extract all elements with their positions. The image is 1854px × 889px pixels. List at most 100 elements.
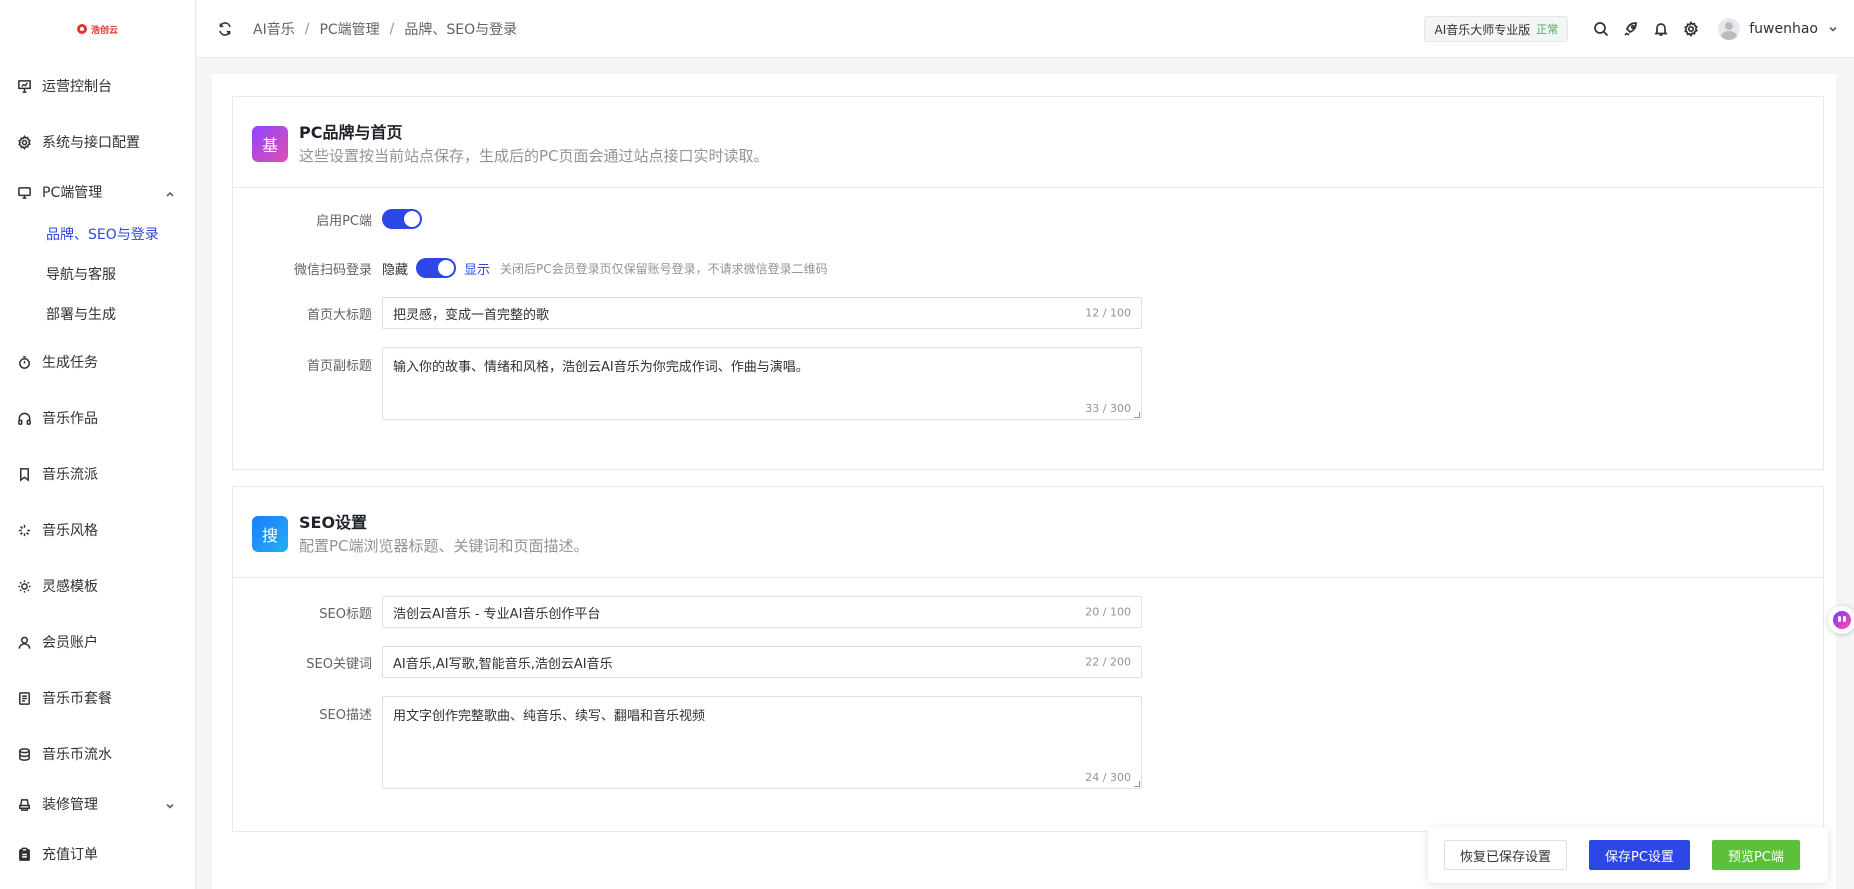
input-value: AI音乐,AI写歌,智能音乐,浩创云AI音乐 — [393, 656, 613, 672]
card-description: 这些设置按当前站点保存，生成后的PC页面会通过站点接口实时读取。 — [299, 147, 769, 165]
sidebar-item-music-styles[interactable]: 音乐风格 — [0, 502, 195, 558]
char-count: 20 / 100 — [1085, 605, 1131, 619]
clipboard-icon — [16, 846, 32, 862]
search-icon[interactable] — [1593, 21, 1609, 37]
user-menu[interactable]: fuwenhao — [1718, 18, 1838, 40]
card-header: 搜 SEO设置 配置PC端浏览器标题、关键词和页面描述。 — [233, 487, 1823, 578]
form-row-seo-title: SEO标题 浩创云AI音乐 - 专业AI音乐创作平台 20 / 100 — [233, 596, 1142, 628]
sidebar-item-inspiration-templates[interactable]: 灵感模板 — [0, 558, 195, 614]
sidebar-item-coin-packages[interactable]: 音乐币套餐 — [0, 670, 195, 726]
sidebar-item-brand-seo-login[interactable]: 品牌、SEO与登录 — [0, 214, 195, 254]
breadcrumb: AI音乐 / PC端管理 / 品牌、SEO与登录 — [253, 19, 517, 39]
breadcrumb-separator: / — [389, 20, 395, 37]
top-header: AI音乐 / PC端管理 / 品牌、SEO与登录 AI音乐大师专业版 正常 fu… — [197, 0, 1854, 58]
sidebar-item-label: 音乐币套餐 — [42, 691, 112, 707]
chevron-down-icon — [165, 799, 175, 809]
bookmark-icon — [16, 466, 32, 482]
coins-icon — [16, 746, 32, 762]
home-title-input[interactable]: 把灵感，变成一首完整的歌 12 / 100 — [382, 297, 1142, 329]
field-label: SEO关键词 — [306, 656, 372, 672]
sidebar-item-label: 系统与接口配置 — [42, 135, 140, 151]
resize-handle[interactable] — [1134, 412, 1140, 418]
monitor-icon — [16, 184, 32, 200]
bot-face-icon — [1833, 611, 1851, 629]
sidebar-item-label: 音乐币流水 — [42, 747, 112, 763]
header-actions: AI音乐大师专业版 正常 fuwenhao — [1424, 0, 1838, 58]
field-label: 首页副标题 — [306, 359, 372, 374]
headphones-icon — [16, 410, 32, 426]
sidebar-item-coin-ledger[interactable]: 音乐币流水 — [0, 726, 195, 782]
sidebar-item-music-genres[interactable]: 音乐流派 — [0, 446, 195, 502]
sidebar-item-label: 生成任务 — [42, 355, 98, 371]
rocket-icon[interactable] — [1623, 21, 1639, 37]
sidebar-item-nav-service[interactable]: 导航与客服 — [0, 254, 195, 294]
refresh-icon[interactable] — [217, 21, 233, 37]
seo-card: 搜 SEO设置 配置PC端浏览器标题、关键词和页面描述。 SEO标题 浩创云AI… — [232, 486, 1824, 832]
bell-icon[interactable] — [1653, 21, 1669, 37]
sidebar: 浩创云 运营控制台 系统与接口配置 PC端管理 品牌、SEO与登录 导航与客服 … — [0, 0, 196, 889]
plan-label: AI音乐大师专业版 — [1434, 22, 1531, 37]
sidebar-item-decoration[interactable]: 装修管理 — [0, 782, 195, 826]
sidebar-item-label: 装修管理 — [42, 797, 98, 813]
section-badge: 基 — [252, 126, 288, 162]
sidebar-item-system-config[interactable]: 系统与接口配置 — [0, 114, 195, 170]
sidebar-item-label: 音乐作品 — [42, 411, 98, 427]
input-value: 浩创云AI音乐 - 专业AI音乐创作平台 — [393, 606, 601, 622]
preview-button[interactable]: 预览PC端 — [1711, 840, 1800, 870]
sidebar-item-label: 运营控制台 — [42, 79, 112, 95]
restore-button[interactable]: 恢复已保存设置 — [1444, 840, 1568, 870]
form-row-home-title: 首页大标题 把灵感，变成一首完整的歌 12 / 100 — [233, 297, 1142, 329]
breadcrumb-item[interactable]: PC端管理 — [319, 19, 379, 39]
textarea-value: 输入你的故事、情绪和风格，浩创云AI音乐为你完成作词、作曲与演唱。 — [393, 360, 809, 375]
form-row-seo-keywords: SEO关键词 AI音乐,AI写歌,智能音乐,浩创云AI音乐 22 / 200 — [233, 646, 1142, 678]
settings-icon[interactable] — [1683, 21, 1699, 37]
seo-title-input[interactable]: 浩创云AI音乐 - 专业AI音乐创作平台 20 / 100 — [382, 596, 1142, 628]
sidebar-item-label: 灵感模板 — [42, 579, 98, 595]
sidebar-item-dashboard[interactable]: 运营控制台 — [0, 58, 195, 114]
sidebar-item-label: 会员账户 — [42, 635, 98, 651]
document-icon — [16, 690, 32, 706]
logo-icon — [76, 24, 87, 34]
resize-handle[interactable] — [1134, 781, 1140, 787]
sidebar-item-recharge-orders[interactable]: 充值订单 — [0, 826, 195, 882]
field-label: SEO描述 — [319, 708, 372, 723]
enable-pc-toggle[interactable] — [382, 209, 422, 229]
assistant-bot-icon[interactable] — [1828, 606, 1854, 634]
save-button[interactable]: 保存PC设置 — [1589, 840, 1690, 870]
sidebar-item-pc-management[interactable]: PC端管理 — [0, 170, 195, 214]
plan-badge[interactable]: AI音乐大师专业版 正常 — [1424, 16, 1569, 42]
toggle-off-text: 隐藏 — [382, 262, 409, 278]
home-subtitle-textarea[interactable]: 输入你的故事、情绪和风格，浩创云AI音乐为你完成作词、作曲与演唱。 33 / 3… — [382, 347, 1142, 420]
sidebar-item-generate-tasks[interactable]: 生成任务 — [0, 334, 195, 390]
presentation-chart-icon — [16, 78, 32, 94]
field-label: SEO标题 — [319, 606, 372, 622]
sidebar-item-deploy-generate[interactable]: 部署与生成 — [0, 294, 195, 334]
textarea-value: 用文字创作完整歌曲、纯音乐、续写、翻唱和音乐视频 — [393, 709, 706, 724]
username: fuwenhao — [1749, 21, 1818, 37]
char-count: 12 / 100 — [1085, 306, 1131, 320]
logo[interactable]: 浩创云 — [0, 0, 195, 58]
sidebar-item-label: 音乐流派 — [42, 467, 98, 483]
logo-text: 浩创云 — [90, 25, 118, 36]
sidebar-item-music-works[interactable]: 音乐作品 — [0, 390, 195, 446]
field-label: 启用PC端 — [316, 213, 372, 229]
sidebar-item-label: PC端管理 — [42, 185, 103, 201]
input-value: 把灵感，变成一首完整的歌 — [393, 307, 550, 323]
wechat-login-toggle[interactable] — [416, 258, 457, 278]
seo-keywords-input[interactable]: AI音乐,AI写歌,智能音乐,浩创云AI音乐 22 / 200 — [382, 646, 1142, 678]
user-icon — [16, 634, 32, 650]
form-row-enable-pc: 启用PC端 — [233, 209, 422, 229]
char-count: 22 / 200 — [1085, 655, 1131, 669]
pc-brand-card: 基 PC品牌与首页 这些设置按当前站点保存，生成后的PC页面会通过站点接口实时读… — [232, 96, 1824, 470]
field-label: 微信扫码登录 — [293, 262, 372, 278]
sidebar-item-member-accounts[interactable]: 会员账户 — [0, 614, 195, 670]
breadcrumb-item-current: 品牌、SEO与登录 — [404, 21, 518, 38]
char-count: 24 / 300 — [1085, 771, 1131, 784]
card-header: 基 PC品牌与首页 这些设置按当前站点保存，生成后的PC页面会通过站点接口实时读… — [233, 97, 1823, 188]
main-content: 基 PC品牌与首页 这些设置按当前站点保存，生成后的PC页面会通过站点接口实时读… — [212, 74, 1836, 889]
seo-description-textarea[interactable]: 用文字创作完整歌曲、纯音乐、续写、翻唱和音乐视频 24 / 300 — [382, 696, 1142, 789]
card-description: 配置PC端浏览器标题、关键词和页面描述。 — [299, 537, 589, 555]
breadcrumb-item[interactable]: AI音乐 — [253, 19, 295, 39]
field-hint: 关闭后PC会员登录页仅保留账号登录，不请求微信登录二维码 — [500, 261, 828, 276]
field-label: 首页大标题 — [306, 307, 372, 323]
